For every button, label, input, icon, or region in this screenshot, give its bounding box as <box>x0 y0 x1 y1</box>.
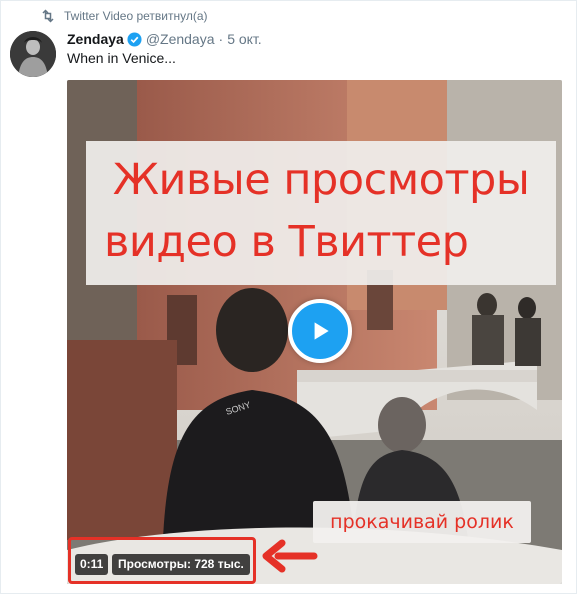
retweet-text[interactable]: Twitter Video ретвитнул(а) <box>64 9 208 23</box>
play-icon <box>314 322 329 340</box>
verified-icon <box>127 31 142 47</box>
promo-banner: Живые просмотры видео в Твиттер <box>86 141 556 285</box>
tweet-text: When in Venice... <box>67 50 176 66</box>
banner-title-line1: Живые просмотры <box>112 155 530 205</box>
banner-title-line2: видео в Твиттер <box>104 217 469 267</box>
video-duration: 0:11 <box>75 554 109 575</box>
avatar[interactable] <box>10 31 56 77</box>
play-button[interactable] <box>288 299 352 363</box>
retweet-icon <box>40 8 56 24</box>
arrow-left-icon <box>262 539 318 573</box>
retweet-context: Twitter Video ретвитнул(а) <box>40 8 208 24</box>
display-name[interactable]: Zendaya <box>67 31 124 47</box>
user-handle[interactable]: @Zendaya <box>146 31 215 47</box>
tweet-timestamp[interactable]: 5 окт. <box>227 31 262 47</box>
tweet-header: Zendaya @Zendaya · 5 окт. <box>67 30 262 48</box>
separator-dot: · <box>218 31 224 47</box>
view-count: Просмотры: 728 тыс. <box>112 554 250 575</box>
promo-callout: прокачивай ролик <box>313 501 531 543</box>
